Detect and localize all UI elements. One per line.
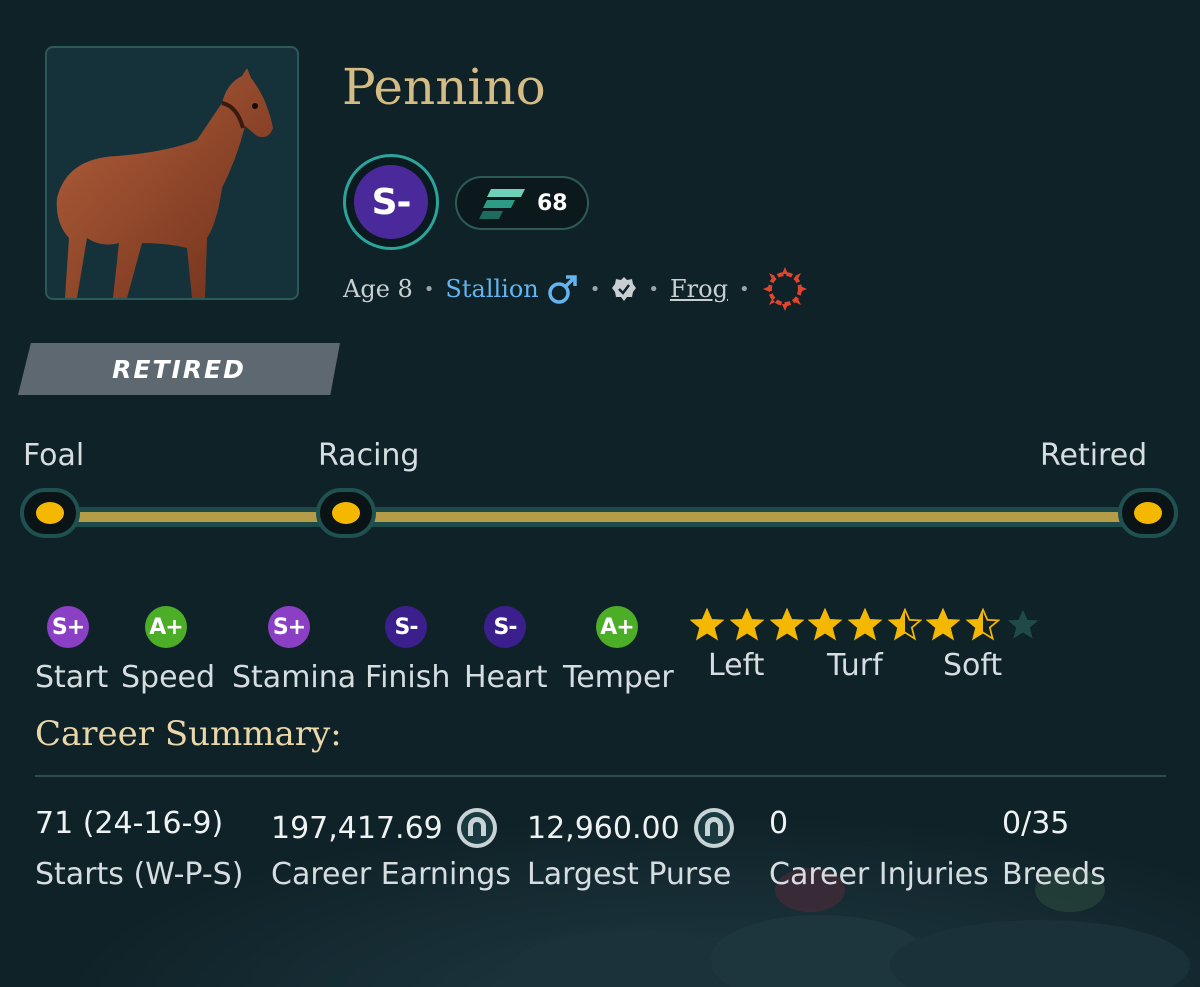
separator-dot: • (423, 278, 435, 300)
career-injuries-label: Career Injuries (769, 857, 989, 892)
stat-finish-badge: S- (385, 606, 427, 648)
breeds-value: 0/35 (1002, 806, 1069, 841)
star-full-icon (926, 608, 960, 641)
career-earnings-text: 197,417.69 (271, 810, 443, 846)
timeline-node-foal (20, 488, 80, 538)
stat-finish-label: Finish (365, 660, 451, 695)
stat-temper-label: Temper (563, 660, 674, 695)
stat-heart-label: Heart (464, 660, 548, 695)
grade-badge: A+ (596, 606, 638, 648)
timeline-label-foal: Foal (23, 438, 85, 473)
grade-badge: S- (385, 606, 427, 648)
timeline-node-dot (332, 502, 360, 524)
star-empty-icon (1007, 609, 1039, 639)
speed-rating-icon (479, 189, 525, 219)
star-half-icon (888, 608, 922, 641)
star-half-icon (966, 608, 1000, 641)
timeline-track (50, 507, 1148, 527)
section-divider (35, 775, 1166, 777)
separator-dot: • (589, 278, 601, 300)
career-summary-title: Career Summary: (35, 714, 342, 754)
verified-badge-icon (612, 277, 637, 301)
star-full-icon (848, 608, 882, 641)
timeline-node-dot (1134, 502, 1162, 524)
stat-speed-badge: A+ (145, 606, 187, 648)
pref-soft-stars (926, 608, 1046, 642)
timeline-node-dot (36, 502, 64, 524)
gender-text: Stallion (445, 275, 539, 303)
timeline-label-racing: Racing (318, 438, 420, 473)
grade-badge: S+ (268, 606, 310, 648)
breeds-text: 0/35 (1002, 806, 1070, 841)
pref-left-stars (690, 608, 810, 642)
career-injuries-text: 0 (769, 806, 789, 841)
grade-badge: A+ (145, 606, 187, 648)
horse-name: Pennino (342, 58, 546, 116)
grade-badge: S- (484, 606, 526, 648)
horse-portrait-image (56, 68, 273, 298)
career-injuries-value: 0 (769, 806, 788, 841)
star-full-icon (730, 608, 764, 641)
starts-text: 71 (24-16-9) (35, 806, 224, 841)
star-full-icon (808, 608, 842, 641)
rating-pill[interactable]: 68 (455, 176, 589, 230)
horse-meta: Age 8 • Stallion • • Frog • (343, 265, 809, 313)
star-full-icon (770, 608, 804, 641)
male-icon (548, 275, 577, 304)
grade-badge: S+ (47, 606, 89, 648)
stat-temper-badge: A+ (596, 606, 638, 648)
pref-turf-label: Turf (827, 648, 883, 683)
largest-purse-text: 12,960.00 (527, 810, 680, 846)
owner-link[interactable]: Frog (670, 275, 728, 303)
timeline-node-racing (316, 488, 376, 538)
rating-value: 68 (537, 191, 568, 216)
breeds-label: Breeds (1002, 857, 1106, 892)
stat-stamina-badge: S+ (268, 606, 310, 648)
horse-portrait (45, 46, 299, 300)
career-earnings-value: 197,417.69 (271, 806, 499, 850)
largest-purse-label: Largest Purse (527, 857, 732, 892)
timeline-node-retired (1118, 488, 1178, 538)
timeline-label-retired: Retired (1040, 438, 1148, 473)
stat-start-badge: S+ (47, 606, 89, 648)
starts-value: 71 (24-16-9) (35, 806, 223, 841)
pref-soft-label: Soft (943, 648, 1003, 683)
stat-speed-label: Speed (121, 660, 216, 695)
pref-turf-stars (808, 608, 928, 642)
separator-dot: • (648, 278, 659, 300)
stat-start-label: Start (35, 660, 109, 695)
age-text: Age 8 (343, 275, 413, 303)
overall-grade: S- (354, 165, 428, 239)
career-earnings-label: Career Earnings (271, 857, 511, 892)
overall-grade-badge: S- (343, 154, 439, 250)
largest-purse-value: 12,960.00 (527, 806, 736, 850)
stat-heart-badge: S- (484, 606, 526, 648)
separator-dot: • (738, 278, 750, 300)
status-banner: RETIRED (18, 343, 340, 395)
horseshoe-coin-icon (456, 808, 497, 848)
starts-label: Starts (W-P-S) (35, 857, 244, 892)
stable-emblem-icon[interactable] (761, 265, 809, 313)
timeline-progress (54, 512, 1144, 522)
star-full-icon (690, 608, 724, 641)
stat-stamina-label: Stamina (232, 660, 357, 695)
pref-left-label: Left (708, 648, 765, 683)
horseshoe-coin-icon (693, 808, 734, 848)
